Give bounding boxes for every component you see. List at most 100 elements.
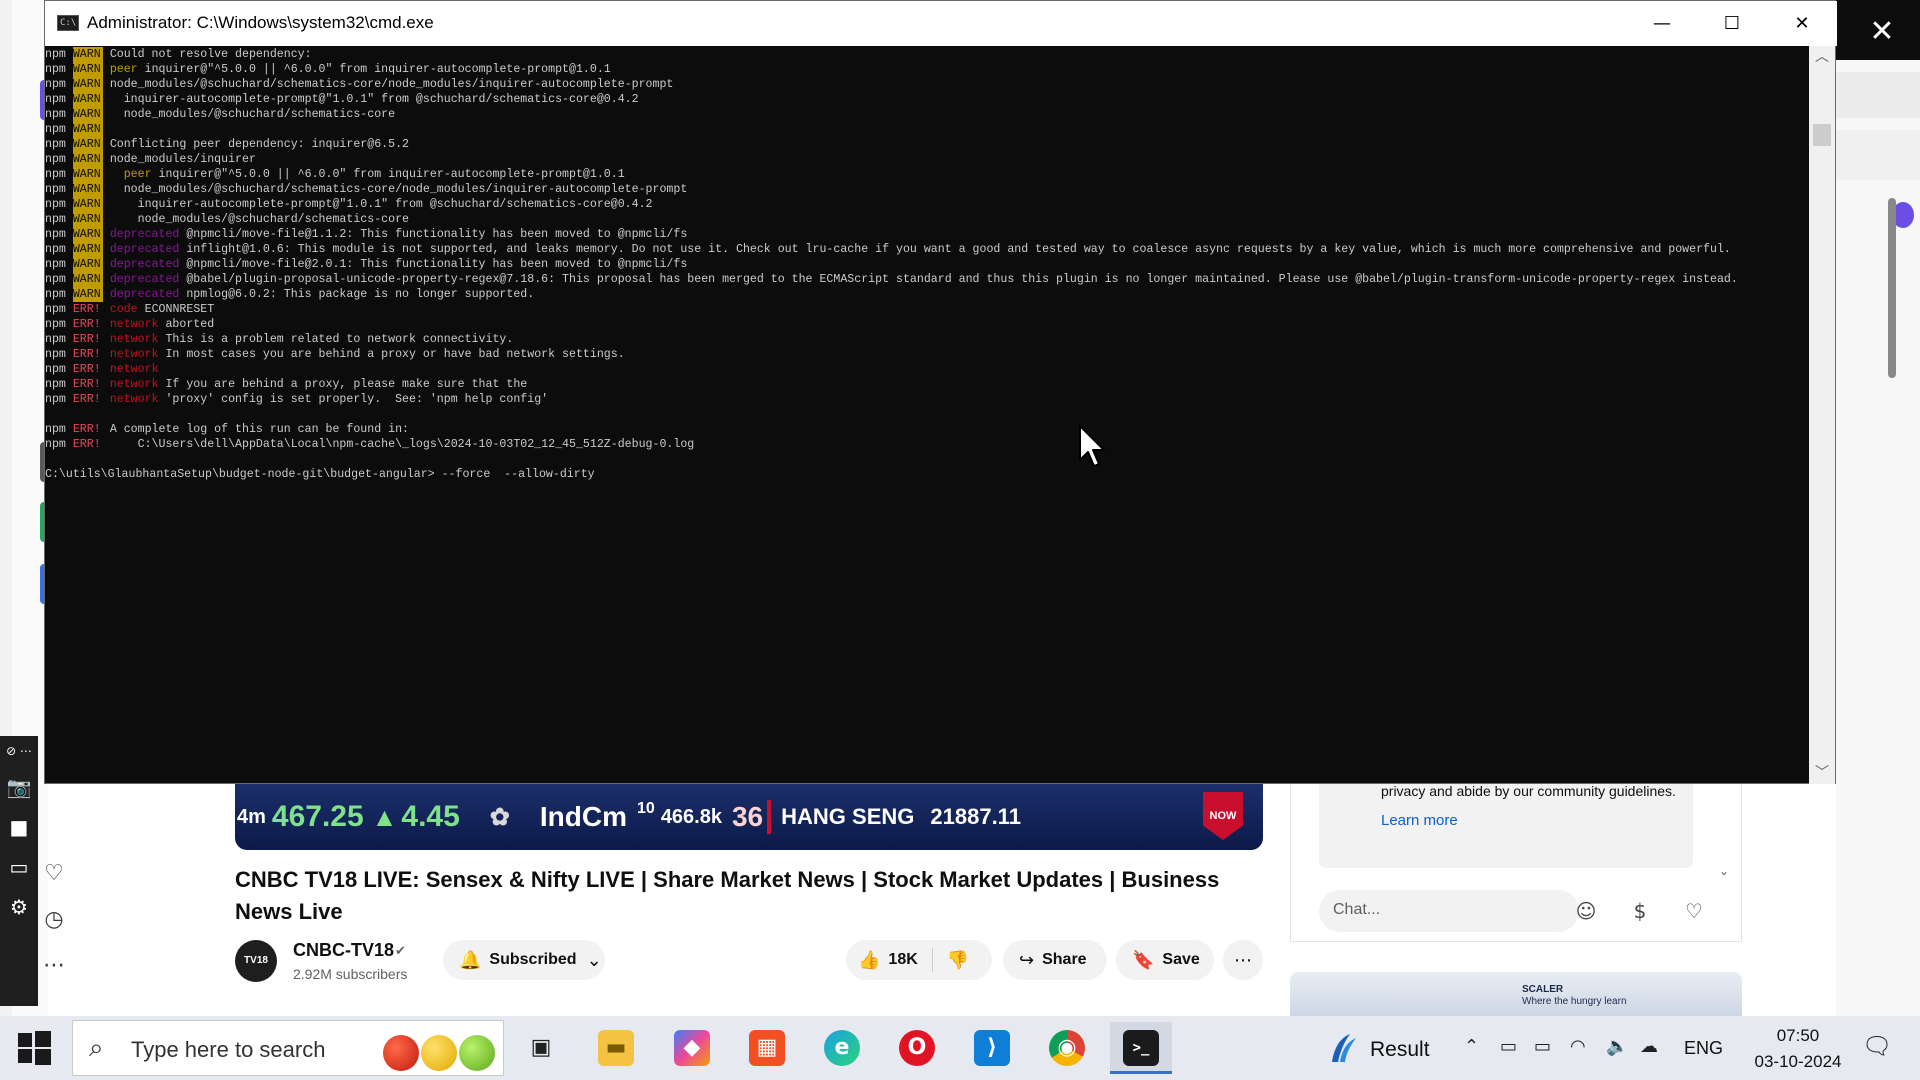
- log-level-badge: WARN: [72, 92, 103, 107]
- npm-prefix: npm: [45, 423, 73, 436]
- edge-icon: e: [824, 1030, 860, 1066]
- battery-icon[interactable]: ▭: [1534, 1036, 1551, 1057]
- log-level-badge: ERR!: [72, 303, 101, 316]
- windows-start-icon[interactable]: [16, 1030, 52, 1066]
- now-badge: NOW: [1203, 792, 1243, 840]
- channel-avatar[interactable]: TV18: [235, 940, 277, 982]
- scroll-thumb[interactable]: [1813, 124, 1831, 146]
- more-actions-button[interactable]: ⋯: [1223, 940, 1263, 980]
- task-view-button[interactable]: ▣: [510, 1022, 572, 1074]
- ticker-hang-seng-label: HANG SENG: [781, 804, 915, 829]
- vscode-button[interactable]: ⟩: [961, 1022, 1023, 1074]
- thumbs-up-icon[interactable]: 👍: [858, 950, 880, 971]
- log-level-badge: ERR!: [72, 438, 101, 451]
- npm-prefix: npm: [45, 168, 73, 181]
- edge-button[interactable]: e: [811, 1022, 873, 1074]
- subscribed-button[interactable]: 🔔 Subscribed ⌄: [443, 940, 605, 980]
- cmd-output-line: npm ERR! network If you are behind a pro…: [45, 377, 1811, 392]
- video-camera-icon[interactable]: ■: [6, 814, 32, 840]
- cmd-scrollbar[interactable]: ︿ ﹀: [1809, 46, 1835, 784]
- ticker-prefix: 4m: [237, 805, 266, 828]
- cmd-output-line: npm WARN peer inquirer@"^5.0.0 || ^6.0.0…: [45, 62, 1811, 77]
- heart-icon[interactable]: ♡: [40, 860, 68, 888]
- clock-time[interactable]: 07:50: [1758, 1026, 1838, 1046]
- log-level-badge: WARN: [72, 257, 103, 272]
- cmd-output-line: npm WARN node_modules/inquirer: [45, 152, 1811, 167]
- gallery-icon[interactable]: ▭: [6, 854, 32, 880]
- maximize-button[interactable]: ☐: [1697, 1, 1767, 46]
- taskbar-search-box[interactable]: ⌕ Type here to search: [72, 1020, 504, 1076]
- log-text: @babel/plugin-proposal-unicode-property-…: [179, 273, 1738, 286]
- meet-now-icon[interactable]: ▭: [1500, 1036, 1517, 1057]
- minimize-button[interactable]: —: [1627, 1, 1697, 46]
- cmd-output[interactable]: npm WARN Could not resolve dependency: np…: [45, 46, 1811, 784]
- chrome-button[interactable]: ◉: [1036, 1022, 1098, 1074]
- log-level-badge: ERR!: [72, 423, 101, 436]
- chat-input[interactable]: Chat...: [1319, 890, 1579, 932]
- terminal-button[interactable]: >_: [1110, 1022, 1172, 1074]
- cmd-output-line: npm WARN peer inquirer@"^5.0.0 || ^6.0.0…: [45, 167, 1811, 182]
- opera-icon: O: [899, 1030, 935, 1066]
- log-keyword: network: [109, 333, 159, 346]
- log-level-badge: WARN: [72, 272, 103, 287]
- log-level-badge: ERR!: [72, 348, 101, 361]
- search-icon: ⌕: [89, 1033, 104, 1063]
- like-count[interactable]: 18K: [888, 951, 917, 969]
- share-button[interactable]: ↪ Share: [1003, 940, 1107, 980]
- copilot-button[interactable]: ◆: [661, 1022, 723, 1074]
- cmd-output-line: npm ERR! code ECONNRESET: [45, 302, 1811, 317]
- log-keyword: deprecated: [109, 228, 180, 241]
- pin-icon[interactable]: ⊘ ⋯: [6, 738, 32, 764]
- save-label: Save: [1162, 951, 1200, 968]
- super-chat-icon[interactable]: $: [1625, 896, 1655, 926]
- apple-red-icon: [383, 1035, 419, 1071]
- thumbs-down-icon[interactable]: 👎: [947, 950, 969, 971]
- clock-date[interactable]: 03-10-2024: [1752, 1052, 1844, 1072]
- log-keyword: network: [109, 393, 159, 406]
- apple-yellow-icon: [421, 1035, 457, 1071]
- opera-button[interactable]: O: [886, 1022, 948, 1074]
- channel-name[interactable]: CNBC-TV18: [293, 940, 394, 961]
- log-text: C:\utils\GlaubhantaSetup\budget-node-git…: [45, 468, 595, 481]
- gear-icon[interactable]: ⚙: [6, 894, 32, 920]
- cmd-output-line: npm WARN node_modules/@schuchard/schemat…: [45, 212, 1811, 227]
- cricket-result-widget[interactable]: Result: [1324, 1030, 1444, 1066]
- log-text: If you are behind a proxy, please make s…: [158, 378, 528, 391]
- camera-icon[interactable]: 📷: [6, 774, 32, 800]
- more-icon[interactable]: ⋯: [40, 952, 68, 980]
- learn-more-link[interactable]: Learn more: [1381, 812, 1458, 829]
- onedrive-cloud-icon[interactable]: ☁: [1640, 1036, 1658, 1057]
- close-button[interactable]: ✕: [1767, 1, 1837, 46]
- language-indicator[interactable]: ENG: [1684, 1038, 1723, 1059]
- wifi-icon[interactable]: ◠: [1570, 1036, 1586, 1057]
- notification-icon[interactable]: 🗨: [1862, 1032, 1892, 1060]
- volume-icon[interactable]: 🔈: [1606, 1036, 1628, 1057]
- extension-icon[interactable]: [1836, 72, 1920, 118]
- log-level-badge: WARN: [72, 287, 103, 302]
- page-scrollbar-thumb[interactable]: [1888, 198, 1896, 378]
- log-level-badge: WARN: [72, 182, 103, 197]
- ticker-index-value: 466.8k: [660, 805, 722, 828]
- microsoft-store-button[interactable]: ▦: [736, 1022, 798, 1074]
- more-horizontal-icon: ⋯: [1234, 949, 1252, 971]
- file-explorer-button[interactable]: ▬: [585, 1022, 647, 1074]
- cmd-window[interactable]: C:\ Administrator: C:\Windows\system32\c…: [44, 0, 1837, 784]
- scroll-up-arrow-icon[interactable]: ︿: [1809, 46, 1835, 68]
- cmd-output-line: npm WARN node_modules/@schuchard/schemat…: [45, 107, 1811, 122]
- close-icon[interactable]: ✕: [1862, 12, 1902, 52]
- heart-icon[interactable]: ♡: [1679, 896, 1709, 926]
- save-button[interactable]: 🔖 Save: [1116, 940, 1214, 980]
- scroll-down-arrow-icon[interactable]: ﹀: [1809, 762, 1835, 784]
- cmd-titlebar[interactable]: C:\ Administrator: C:\Windows\system32\c…: [45, 1, 1837, 46]
- log-level-badge: WARN: [72, 137, 103, 152]
- npm-prefix: npm: [45, 198, 73, 211]
- emoji-icon[interactable]: ☺: [1571, 896, 1601, 926]
- ad-banner[interactable]: SCALER Where the hungry learn: [1290, 972, 1742, 1016]
- chevron-down-icon[interactable]: ⌄: [1719, 864, 1729, 878]
- history-icon[interactable]: ◷: [40, 906, 68, 934]
- chevron-up-icon[interactable]: ⌃: [1464, 1036, 1479, 1057]
- log-text: Could not resolve dependency:: [109, 48, 312, 61]
- log-keyword: network: [109, 378, 159, 391]
- search-highlight-image[interactable]: [383, 1025, 497, 1073]
- video-ticker-strip[interactable]: 4m 467.25 ▲ 4.45 ✿ IndCm 10 466.8k 36 HA…: [235, 784, 1263, 850]
